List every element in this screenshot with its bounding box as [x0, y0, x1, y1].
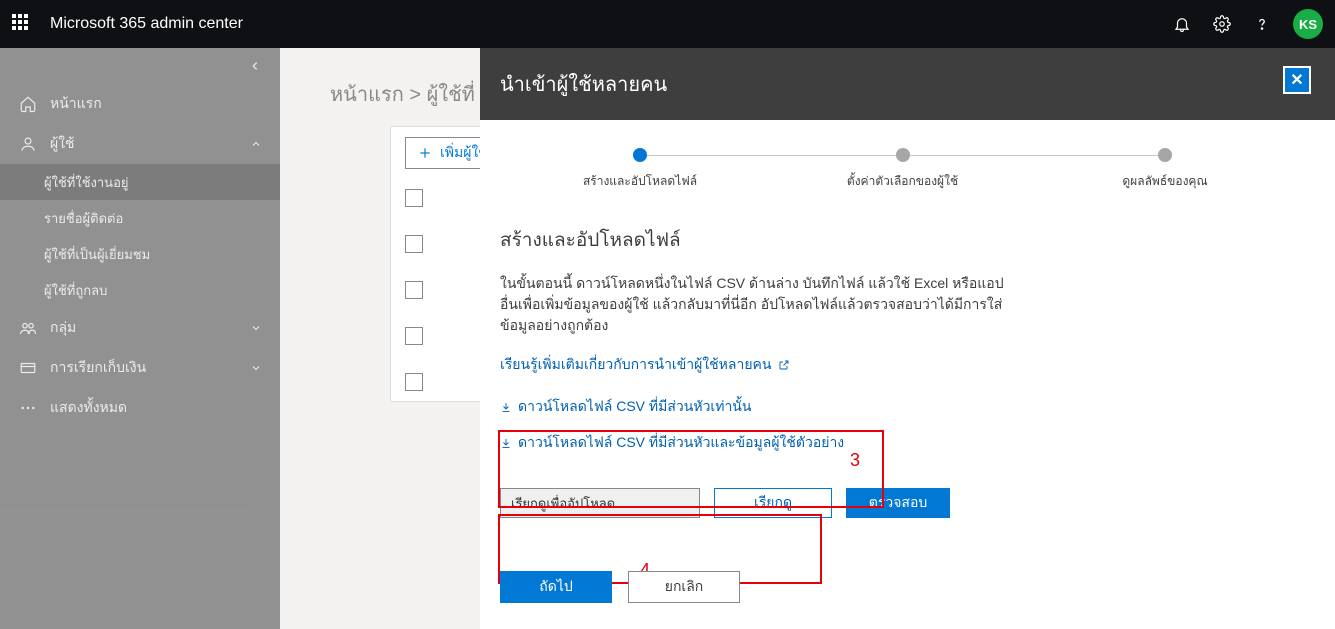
sidebar-item-home[interactable]: หน้าแรก	[0, 84, 280, 124]
user-icon	[16, 135, 40, 153]
sidebar-item-label: กลุ่ม	[50, 317, 76, 339]
plus-icon	[418, 146, 432, 160]
gear-icon[interactable]	[1213, 15, 1231, 33]
step-1[interactable]: สร้างและอัปโหลดไฟล์	[560, 148, 720, 191]
sidebar-item-groups[interactable]: กลุ่ม	[0, 308, 280, 348]
step-label: สร้างและอัปโหลดไฟล์	[583, 172, 697, 191]
step-2[interactable]: ตั้งค่าตัวเลือกของผู้ใช้	[823, 148, 983, 191]
sidebar-item-label: ผู้ใช้ที่ใช้งานอยู่	[44, 172, 129, 193]
cancel-button[interactable]: ยกเลิก	[628, 571, 740, 603]
row-checkbox[interactable]	[405, 235, 423, 253]
row-checkbox[interactable]	[405, 373, 423, 391]
next-button[interactable]: ถัดไป	[500, 571, 612, 603]
sidebar-item-show-all[interactable]: แสดงทั้งหมด	[0, 388, 280, 428]
section-description: ในขั้นตอนนี้ ดาวน์โหลดหนึ่งในไฟล์ CSV ด้…	[500, 273, 1020, 336]
sidebar-item-active-users[interactable]: ผู้ใช้ที่ใช้งานอยู่	[0, 164, 280, 200]
group-icon	[16, 319, 40, 337]
annotation-box-3	[498, 430, 884, 508]
avatar[interactable]: KS	[1293, 9, 1323, 39]
section-title: สร้างและอัปโหลดไฟล์	[500, 225, 1305, 255]
stepper: สร้างและอัปโหลดไฟล์ ตั้งค่าตัวเลือกของผู…	[500, 148, 1305, 191]
help-icon[interactable]	[1253, 15, 1271, 33]
sidebar-item-label: ผู้ใช้ที่ถูกลบ	[44, 280, 107, 301]
sidebar-item-label: หน้าแรก	[50, 93, 102, 115]
sidebar: หน้าแรก ผู้ใช้ ผู้ใช้ที่ใช้งานอยู่ รายชื…	[0, 48, 280, 629]
sidebar-item-label: ผู้ใช้	[50, 133, 75, 155]
chevron-down-icon	[250, 322, 262, 334]
download-icon	[500, 401, 512, 413]
link-label: เรียนรู้เพิ่มเติมเกี่ยวกับการนำเข้าผู้ใช…	[500, 354, 772, 376]
modal-header: นำเข้าผู้ใช้หลายคน ✕	[480, 48, 1335, 120]
modal-body: สร้างและอัปโหลดไฟล์ ตั้งค่าตัวเลือกของผู…	[480, 120, 1335, 629]
app-launcher-icon[interactable]	[12, 14, 32, 34]
collapse-icon[interactable]	[248, 59, 262, 73]
sidebar-item-users[interactable]: ผู้ใช้	[0, 124, 280, 164]
top-bar: Microsoft 365 admin center KS	[0, 0, 1335, 48]
sidebar-item-guest-users[interactable]: ผู้ใช้ที่เป็นผู้เยี่ยมชม	[0, 236, 280, 272]
sidebar-item-contacts[interactable]: รายชื่อผู้ติดต่อ	[0, 200, 280, 236]
sidebar-item-label: การเรียกเก็บเงิน	[50, 357, 146, 379]
home-icon	[16, 95, 40, 113]
step-3[interactable]: ดูผลลัพธ์ของคุณ	[1085, 148, 1245, 191]
bell-icon[interactable]	[1173, 15, 1191, 33]
row-checkbox[interactable]	[405, 189, 423, 207]
chevron-down-icon	[250, 362, 262, 374]
step-dot-icon	[896, 148, 910, 162]
sidebar-item-label: รายชื่อผู้ติดต่อ	[44, 208, 123, 229]
sidebar-item-billing[interactable]: การเรียกเก็บเงิน	[0, 348, 280, 388]
step-dot-icon	[633, 148, 647, 162]
learn-more-link[interactable]: เรียนรู้เพิ่มเติมเกี่ยวกับการนำเข้าผู้ใช…	[500, 354, 790, 376]
annotation-label-3: 3	[850, 450, 860, 471]
sidebar-item-deleted-users[interactable]: ผู้ใช้ที่ถูกลบ	[0, 272, 280, 308]
close-button[interactable]: ✕	[1283, 66, 1311, 94]
row-checkbox[interactable]	[405, 327, 423, 345]
ellipsis-icon	[16, 399, 40, 417]
sidebar-item-label: แสดงทั้งหมด	[50, 397, 127, 419]
external-link-icon	[778, 359, 790, 371]
sidebar-item-label: ผู้ใช้ที่เป็นผู้เยี่ยมชม	[44, 244, 150, 265]
step-label: ดูผลลัพธ์ของคุณ	[1122, 172, 1207, 191]
close-icon: ✕	[1290, 70, 1303, 90]
download-headers-link[interactable]: ดาวน์โหลดไฟล์ CSV ที่มีส่วนหัวเท่านั้น	[500, 396, 751, 418]
brand-title: Microsoft 365 admin center	[50, 15, 243, 33]
step-label: ตั้งค่าตัวเลือกของผู้ใช้	[847, 172, 958, 191]
card-icon	[16, 359, 40, 377]
link-label: ดาวน์โหลดไฟล์ CSV ที่มีส่วนหัวเท่านั้น	[518, 396, 751, 418]
row-checkbox[interactable]	[405, 281, 423, 299]
step-dot-icon	[1158, 148, 1172, 162]
modal-title: นำเข้าผู้ใช้หลายคน	[500, 68, 667, 100]
chevron-up-icon	[250, 138, 262, 150]
